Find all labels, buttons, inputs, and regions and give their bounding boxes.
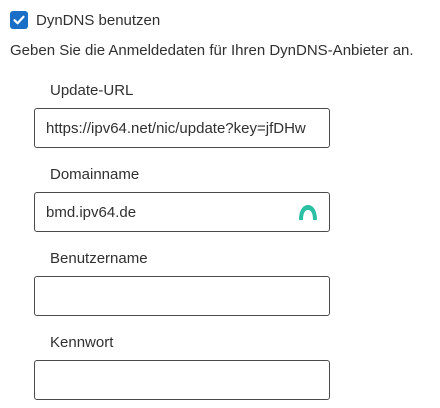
- username-label: Benutzername: [50, 250, 148, 267]
- update-url-value[interactable]: https://ipv64.net/nic/update?key=jfDHw: [46, 120, 306, 137]
- dyndns-checkbox-row[interactable]: DynDNS benutzen: [10, 10, 160, 30]
- username-field[interactable]: [34, 276, 330, 316]
- update-url-label: Update-URL: [50, 82, 134, 99]
- checkmark-icon: [13, 15, 25, 25]
- password-field[interactable]: [34, 360, 330, 400]
- dyndns-checkbox-label[interactable]: DynDNS benutzen: [36, 12, 160, 29]
- dyndns-checkbox[interactable]: [10, 11, 28, 29]
- password-manager-icon[interactable]: [297, 203, 319, 223]
- domain-name-label: Domainname: [50, 166, 140, 183]
- password-label: Kennwort: [50, 334, 114, 351]
- domain-name-field[interactable]: bmd.ipv64.de: [34, 192, 330, 232]
- domain-name-value[interactable]: bmd.ipv64.de: [46, 204, 136, 221]
- update-url-field[interactable]: https://ipv64.net/nic/update?key=jfDHw: [34, 108, 330, 148]
- dyndns-description: Geben Sie die Anmeldedaten für Ihren Dyn…: [10, 42, 414, 59]
